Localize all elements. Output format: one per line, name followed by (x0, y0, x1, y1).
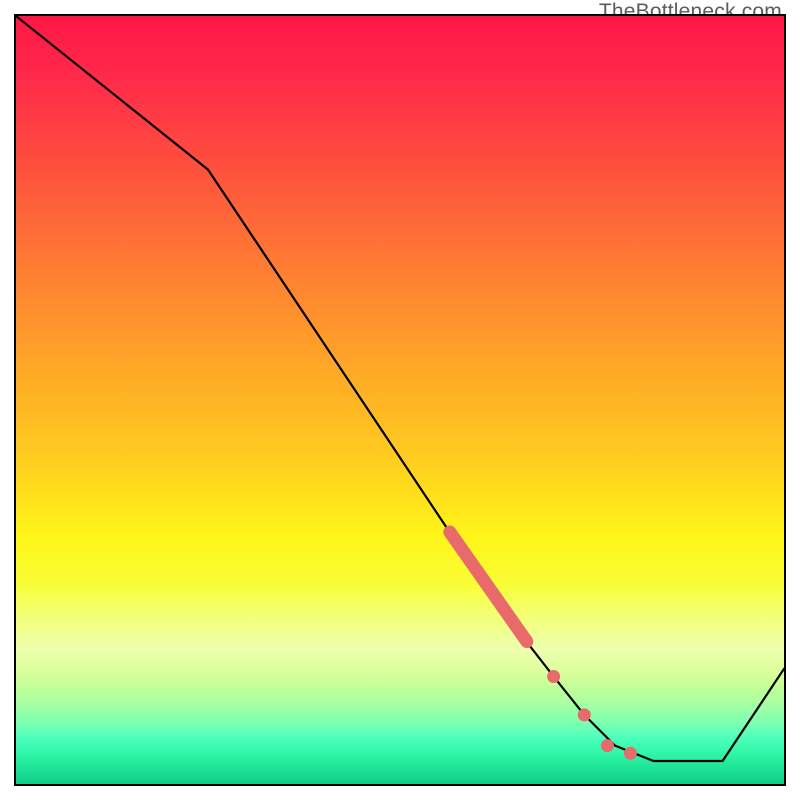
highlight-point (578, 708, 591, 721)
plot-area (14, 14, 786, 786)
bottleneck-curve (16, 16, 784, 761)
highlight-segment (441, 523, 536, 651)
highlight-point (624, 747, 637, 760)
highlight-markers (441, 523, 637, 760)
chart-container: TheBottleneck.com (0, 0, 800, 800)
chart-overlay-svg (16, 16, 784, 784)
highlight-point (601, 739, 614, 752)
highlight-point (547, 670, 560, 683)
